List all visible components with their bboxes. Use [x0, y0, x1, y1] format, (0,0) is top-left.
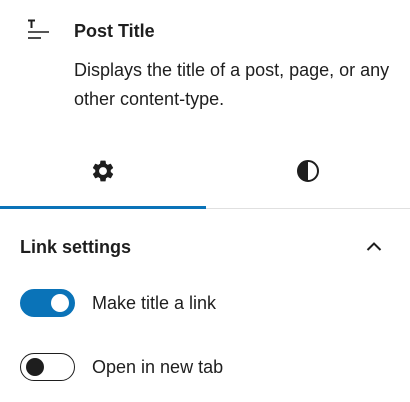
block-description: Displays the title of a post, page, or a… [74, 60, 390, 109]
make-title-link-label[interactable]: Make title a link [92, 291, 216, 315]
open-new-tab-label[interactable]: Open in new tab [92, 355, 223, 379]
make-title-link-toggle[interactable] [20, 289, 75, 317]
toggle-knob [51, 294, 69, 312]
block-card: Post Title Displays the title of a post,… [0, 0, 410, 140]
post-title-icon [24, 17, 52, 45]
tab-settings[interactable] [0, 140, 205, 207]
make-title-link-row: Make title a link [20, 289, 390, 319]
inspector-tabs [0, 140, 410, 209]
chevron-up-icon [362, 235, 386, 259]
panel-title: Link settings [20, 237, 132, 257]
gear-icon [90, 158, 116, 189]
link-settings-panel-toggle[interactable]: Link settings [0, 209, 410, 285]
block-title: Post Title [74, 21, 155, 41]
open-new-tab-row: Open in new tab [20, 353, 390, 383]
toggle-knob [26, 358, 44, 376]
contrast-icon [295, 158, 321, 189]
open-new-tab-toggle[interactable] [20, 353, 75, 381]
tab-styles[interactable] [205, 140, 410, 207]
